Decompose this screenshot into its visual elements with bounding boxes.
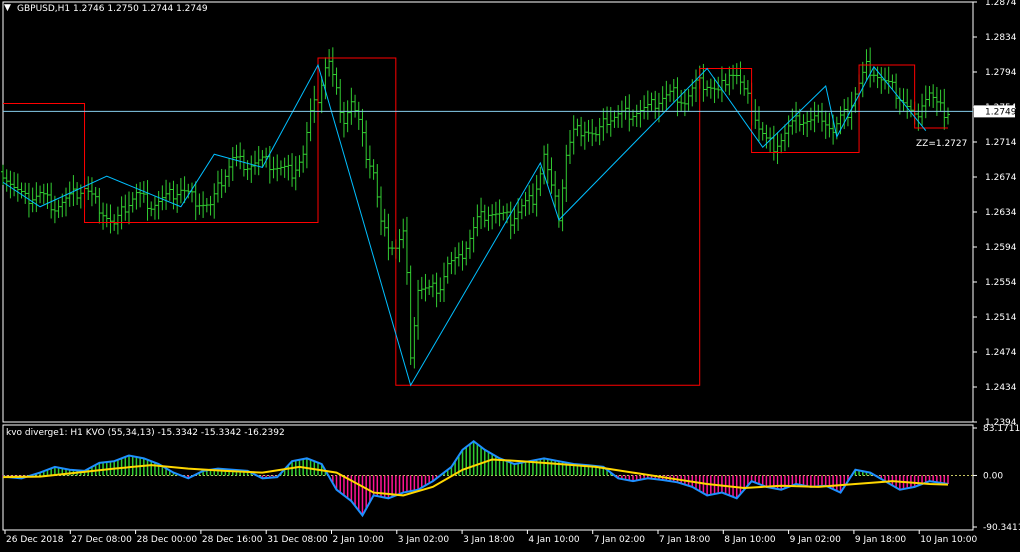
time-axis-label: 10 Jan 10:00 <box>920 535 977 545</box>
time-axis-label: 27 Dec 08:00 <box>71 535 132 545</box>
time-axis-label: 28 Dec 16:00 <box>202 535 263 545</box>
time-axis-label: 9 Jan 02:00 <box>790 535 842 545</box>
main-chart-header: GBPUSD,H1 1.2746 1.2750 1.2744 1.2749 <box>17 4 208 14</box>
time-axis-label: 7 Jan 18:00 <box>659 535 711 545</box>
price-axis-label: 1.2434 <box>985 383 1017 393</box>
zigzag-value-label: ZZ=1.2727 <box>916 139 968 149</box>
price-axis-label: 1.2514 <box>985 313 1017 323</box>
price-axis-label: 1.2714 <box>985 138 1017 148</box>
price-axis-label: 1.2674 <box>985 173 1017 183</box>
time-axis-label: 3 Jan 18:00 <box>463 535 515 545</box>
chart-canvas[interactable]: 1.28741.28341.27941.27541.27141.26741.26… <box>0 0 1020 549</box>
time-axis-label: 28 Dec 00:00 <box>137 535 198 545</box>
indicator-axis-label: -90.3411 <box>983 523 1020 533</box>
indicator-axis-label: 83.1711 <box>983 424 1020 434</box>
indicator-frame <box>2 424 974 531</box>
price-axis-label: 1.2794 <box>985 68 1017 78</box>
time-axis-label: 3 Jan 02:00 <box>398 535 450 545</box>
price-axis-label: 1.2474 <box>985 348 1017 358</box>
time-axis-label: 9 Jan 18:00 <box>855 535 907 545</box>
indicator-subwindow[interactable]: 83.1711 0.00 -90.3411 26 Dec 2018 27 Dec 08:… <box>2 424 1020 545</box>
indicator-axis-label: 0.00 <box>983 471 1003 481</box>
price-axis-label: 1.2554 <box>985 278 1017 288</box>
price-axis-label: 1.2834 <box>985 33 1017 43</box>
time-axis-label: 7 Jan 02:00 <box>594 535 646 545</box>
time-axis-label: 4 Jan 10:00 <box>528 535 580 545</box>
triangle-down-icon[interactable]: ▼ <box>4 3 11 13</box>
price-axis-label: 1.2634 <box>985 208 1017 218</box>
time-axis-label: 2 Jan 10:00 <box>333 535 385 545</box>
time-axis-label: 26 Dec 2018 <box>6 535 64 545</box>
main-price-chart[interactable]: 1.28741.28341.27941.27541.27141.26741.26… <box>1 0 1017 428</box>
indicator-header: kvo diverge1: H1 KVO (55,34,13) -15.3342… <box>6 428 285 438</box>
trading-terminal: 1.28741.28341.27941.27541.27141.26741.26… <box>0 0 1020 549</box>
price-axis-label: 1.2594 <box>985 243 1017 253</box>
time-axis-label: 31 Dec 08:00 <box>267 535 328 545</box>
bid-price-label: 1.2749 <box>985 107 1017 117</box>
time-axis-label: 8 Jan 10:00 <box>724 535 776 545</box>
price-axis-label: 1.2874 <box>985 0 1017 8</box>
